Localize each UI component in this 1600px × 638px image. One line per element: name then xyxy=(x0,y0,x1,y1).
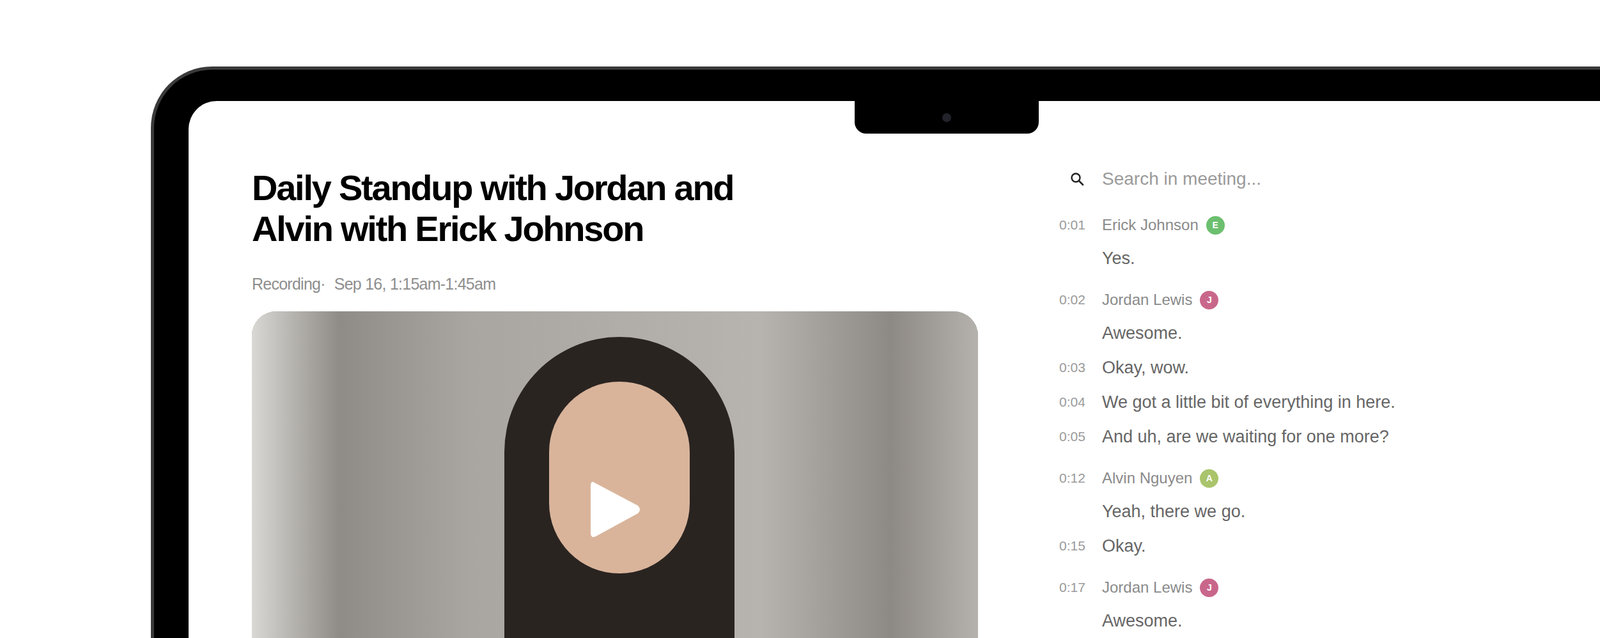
transcript-entry[interactable]: 0:01Erick Johnson E Yes. xyxy=(1059,209,1546,276)
time-range: Sep 16, 1:15am-1:45am xyxy=(334,273,496,295)
timestamp[interactable]: 0:04 xyxy=(1059,391,1103,413)
transcript-line: Awesome. xyxy=(1059,603,1546,638)
timestamp[interactable]: 0:03 xyxy=(1059,357,1103,378)
meeting-title: Daily Standup with Jordan and Alvin with… xyxy=(251,167,802,250)
screen: Daily Standup with Jordan and Alvin with… xyxy=(188,100,1600,638)
person-face xyxy=(549,381,690,574)
speaker-avatar: J xyxy=(1199,290,1219,310)
speaker-avatar: E xyxy=(1206,216,1225,235)
transcript-text: Okay, wow. xyxy=(1102,356,1189,379)
speaker-name: Jordan Lewis xyxy=(1102,288,1193,312)
notch xyxy=(854,100,1039,134)
meeting-meta: Recording· Sep 16, 1:15am-1:45am xyxy=(251,273,979,295)
transcript-text: We got a little bit of everything in her… xyxy=(1102,391,1396,413)
transcript-text: Yes. xyxy=(1102,247,1136,270)
search-bar xyxy=(1059,166,1546,192)
transcript-text: Okay. xyxy=(1102,535,1147,557)
speaker-header: 0:02Jordan Lewis J xyxy=(1059,283,1546,316)
meeting-panel: Daily Standup with Jordan and Alvin with… xyxy=(188,100,979,638)
speaker-avatar: A xyxy=(1199,469,1219,488)
speaker-avatar: J xyxy=(1199,578,1219,598)
speaker-header: 0:01Erick Johnson E xyxy=(1059,209,1546,241)
video-player[interactable] xyxy=(251,311,979,638)
transcript-list: 0:01Erick JohnsonEYes.0:02Jordan LewisJA… xyxy=(1059,200,1546,638)
transcript-line: 0:15Okay. xyxy=(1059,528,1546,564)
transcript-entry[interactable]: 0:03Okay, wow. xyxy=(1059,350,1546,385)
transcript-entry[interactable]: 0:12Alvin Nguyen A Yeah, there we go. xyxy=(1059,462,1546,529)
transcript-line: 0:03Okay, wow. xyxy=(1059,350,1546,385)
transcript-line: 0:05And uh, are we waiting for one more? xyxy=(1059,419,1546,454)
recording-label: Recording· xyxy=(251,273,326,295)
speaker-header: 0:12Alvin Nguyen A xyxy=(1059,462,1546,495)
transcript-entry[interactable]: 0:15Okay. xyxy=(1059,528,1546,564)
timestamp[interactable]: 0:15 xyxy=(1059,535,1103,557)
speaker-name: Alvin Nguyen xyxy=(1102,466,1193,490)
transcript-entry[interactable]: 0:05And uh, are we waiting for one more? xyxy=(1059,419,1546,454)
play-icon[interactable] xyxy=(588,478,642,541)
speaker-header: 0:17Jordan Lewis J xyxy=(1059,571,1546,604)
search-input[interactable] xyxy=(1102,167,1546,191)
transcript-entry[interactable]: 0:02Jordan Lewis J Awesome. xyxy=(1059,283,1546,351)
laptop-bezel: Daily Standup with Jordan and Alvin with… xyxy=(150,66,1600,638)
search-icon xyxy=(1069,171,1085,187)
speaker-name: Erick Johnson xyxy=(1102,213,1199,237)
transcript-text: Awesome. xyxy=(1102,609,1183,632)
transcript-text: And uh, are we waiting for one more? xyxy=(1102,425,1390,448)
timestamp[interactable]: 0:12 xyxy=(1059,467,1103,489)
timestamp[interactable]: 0:05 xyxy=(1059,426,1103,447)
transcript-text: Awesome. xyxy=(1102,322,1183,344)
timestamp[interactable]: 0:17 xyxy=(1059,577,1103,598)
speaker-name: Jordan Lewis xyxy=(1102,575,1193,599)
timestamp[interactable]: 0:01 xyxy=(1059,214,1103,236)
transcript-panel: 0:01Erick JohnsonEYes.0:02Jordan LewisJA… xyxy=(1059,100,1546,638)
transcript-text: Yeah, there we go. xyxy=(1102,500,1246,523)
transcript-line: Yes. xyxy=(1059,240,1546,276)
transcript-line: 0:04We got a little bit of everything in… xyxy=(1059,384,1546,420)
transcript-line: Yeah, there we go. xyxy=(1059,494,1546,529)
transcript-line: Awesome. xyxy=(1059,315,1546,351)
camera-icon xyxy=(942,113,952,123)
transcript-entry[interactable]: 0:04We got a little bit of everything in… xyxy=(1059,384,1546,420)
transcript-entry[interactable]: 0:17Jordan Lewis J Awesome. xyxy=(1059,571,1546,638)
timestamp[interactable]: 0:02 xyxy=(1059,289,1103,311)
